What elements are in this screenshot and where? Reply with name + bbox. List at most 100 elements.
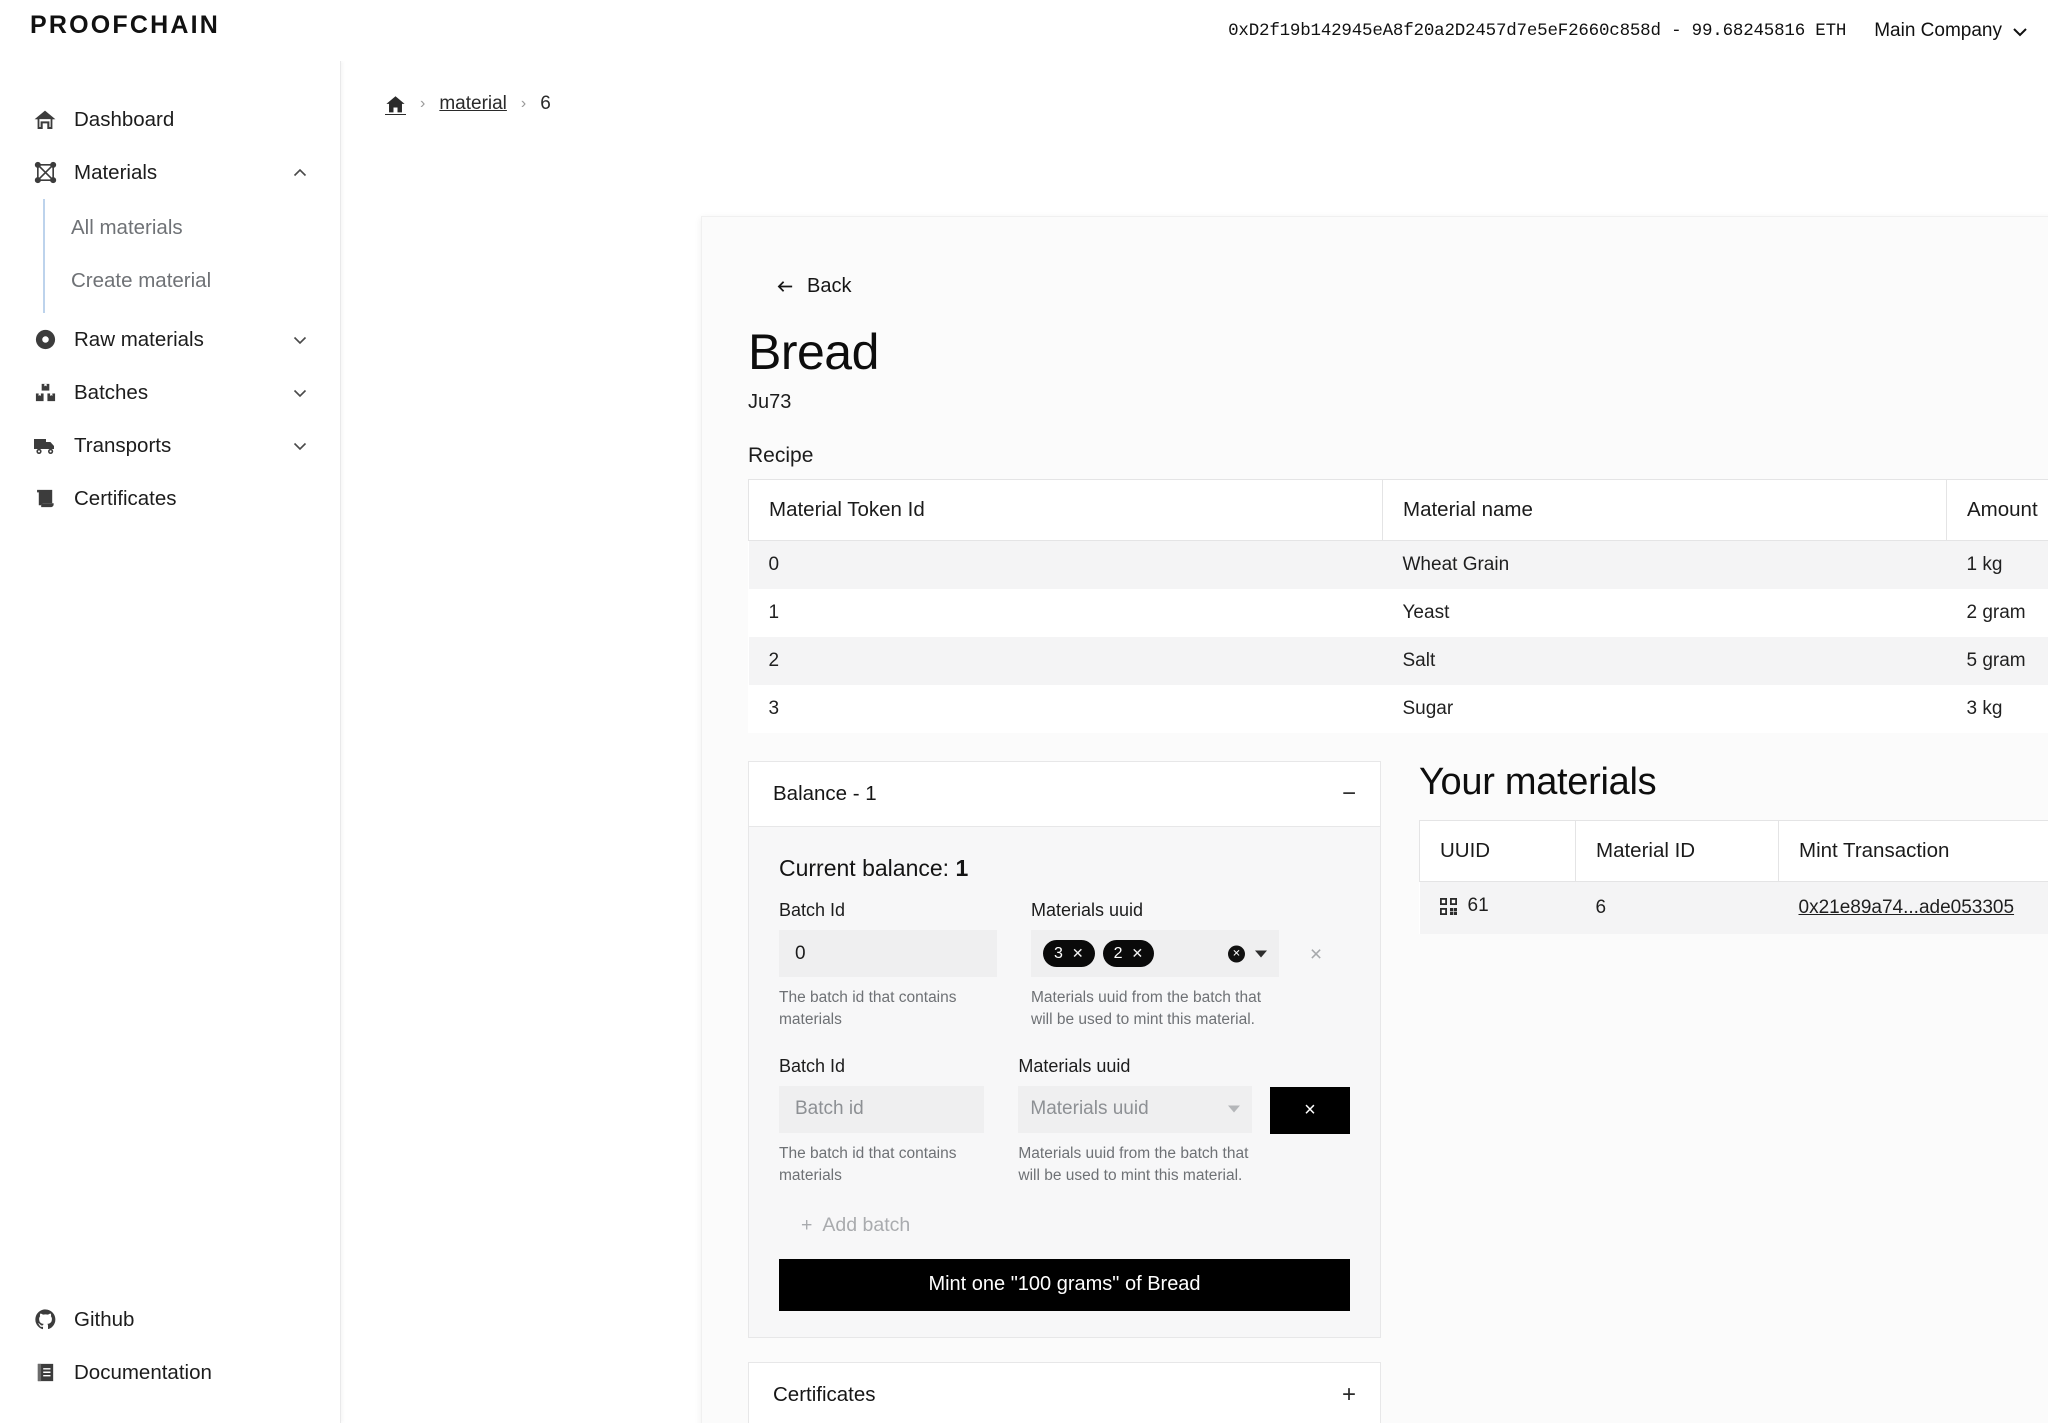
recipe-table: Material Token Id Material name Amount 0… <box>748 479 2048 733</box>
sidebar-item-raw-materials[interactable]: Raw materials <box>0 313 340 366</box>
breadcrumb-current: 6 <box>540 93 551 114</box>
materials-uuid-field-group: Materials uuid 3 ✕ 2 ✕ ✕ Materials uuid … <box>1031 900 1279 1032</box>
cell-uuid: 61 <box>1420 882 1576 934</box>
sidebar-submenu-materials: All materials Create material <box>43 199 340 313</box>
cell-material-name: Yeast <box>1402 602 1450 623</box>
breadcrumb: › material › 6 <box>341 61 2048 115</box>
clear-all-icon[interactable]: ✕ <box>1228 945 1245 962</box>
collapse-icon[interactable]: − <box>1342 782 1356 806</box>
mint-button[interactable]: Mint one "100 grams" of Bread <box>779 1258 1350 1311</box>
expand-icon[interactable]: + <box>1342 1382 1356 1407</box>
cell-amount: 3 kg <box>1966 698 2003 719</box>
sidebar-item-label: Certificates <box>74 486 177 510</box>
column-header-uuid: UUID <box>1419 820 1576 882</box>
materials-uuid-help: Materials uuid from the batch that will … <box>1031 989 1262 1029</box>
home-icon <box>32 107 58 133</box>
materials-uuid-label: Materials uuid <box>1018 1055 1131 1076</box>
book-icon <box>32 1360 58 1386</box>
plus-icon: + <box>801 1213 813 1236</box>
batches-icon <box>32 380 58 406</box>
github-icon <box>32 1307 58 1333</box>
batch-row: Batch Id Batch id The batch id that cont… <box>779 1056 1350 1188</box>
batch-id-help: The batch id that contains materials <box>779 989 957 1029</box>
sidebar-item-transports[interactable]: Transports <box>0 419 340 472</box>
materials-uuid-placeholder: Materials uuid <box>1030 1098 1149 1120</box>
cell-material-name: Salt <box>1402 650 1436 671</box>
multiselect-tools: ✕ <box>1228 945 1267 962</box>
materials-uuid-multiselect[interactable]: 3 ✕ 2 ✕ ✕ <box>1031 930 1279 977</box>
sidebar-item-label: Transports <box>74 433 172 457</box>
sidebar: Dashboard Materials All materials Create… <box>0 61 341 1423</box>
batch-id-field-group: Batch Id Batch id The batch id that cont… <box>779 1055 985 1188</box>
uuid-tag-label: 3 <box>1054 944 1063 962</box>
sidebar-item-github[interactable]: Github <box>0 1293 340 1346</box>
uuid-tag[interactable]: 3 ✕ <box>1043 940 1095 967</box>
batch-id-input[interactable]: 0 <box>779 930 997 977</box>
materials-uuid-select[interactable]: Materials uuid <box>1018 1085 1252 1133</box>
sidebar-item-materials[interactable]: Materials <box>0 146 340 199</box>
certificates-accordion-header[interactable]: Certificates + <box>749 1362 1380 1423</box>
company-label: Main Company <box>1874 19 2002 41</box>
balance-accordion-header[interactable]: Balance - 1 − <box>749 762 1380 827</box>
sidebar-item-create-material[interactable]: Create material <box>45 254 340 307</box>
breadcrumb-separator: › <box>420 95 426 112</box>
balance-accordion: Balance - 1 − Current balance: 1 Batch I… <box>748 761 1381 1338</box>
column-header-material-name: Material name <box>1382 479 1947 541</box>
remove-tag-icon[interactable]: ✕ <box>1132 945 1144 962</box>
batch-id-label: Batch Id <box>779 1055 846 1076</box>
app-logo: PROOFCHAIN <box>30 11 221 39</box>
breadcrumb-link-material[interactable]: material <box>439 93 507 115</box>
detail-card: Back Bread Ju73 Recipe Material Token Id… <box>701 216 2048 1423</box>
company-selector[interactable]: Main Company <box>1874 19 2027 42</box>
sidebar-item-certificates[interactable]: Certificates <box>0 472 340 525</box>
remove-batch-button[interactable]: × <box>1270 1086 1350 1134</box>
chevron-down-icon <box>292 438 308 454</box>
sidebar-bottom-links: Github Documentation <box>0 1293 340 1399</box>
cell-mint-transaction: 0x21e89a74...ade053305 <box>1779 882 2048 934</box>
cell-amount: 5 gram <box>1966 650 2026 671</box>
sidebar-item-label: Raw materials <box>74 327 204 351</box>
batch-id-label: Batch Id <box>779 900 846 920</box>
chevron-down-icon <box>292 385 308 401</box>
cell-amount: 1 kg <box>1966 554 2003 575</box>
materials-uuid-label: Materials uuid <box>1031 900 1144 920</box>
qr-code-icon[interactable] <box>1439 897 1457 915</box>
add-batch-button[interactable]: + Add batch <box>779 1214 910 1237</box>
topbar-right-group: 0xD2f19b142945eA8f20a2D2457d7e5eF2660c85… <box>1228 0 2027 61</box>
batch-id-help: The batch id that contains materials <box>779 1144 957 1185</box>
right-column: Your materials UUID Material ID Mint Tra… <box>1419 761 2048 1423</box>
table-row: 2 Salt 5 gram <box>748 637 2048 685</box>
sidebar-item-documentation[interactable]: Documentation <box>0 1346 340 1399</box>
content-columns: Balance - 1 − Current balance: 1 Batch I… <box>748 761 2048 1423</box>
chevron-down-icon[interactable] <box>1255 950 1267 957</box>
remove-tag-icon[interactable]: ✕ <box>1072 945 1084 962</box>
sidebar-subitem-label: Create material <box>71 268 212 292</box>
current-balance-value: 1 <box>955 855 969 881</box>
chevron-down-icon[interactable] <box>1228 1105 1240 1113</box>
arrow-left-icon <box>776 277 795 296</box>
balance-accordion-title: Balance - 1 <box>773 782 877 805</box>
main-content: › material › 6 Back Bread Ju73 Recipe Ma… <box>341 61 2048 1423</box>
uuid-cell-content: 61 <box>1439 895 1489 917</box>
batch-id-input[interactable]: Batch id <box>779 1085 985 1133</box>
sidebar-item-all-materials[interactable]: All materials <box>45 201 340 254</box>
accordion-gap <box>748 1338 1381 1362</box>
remove-batch-button[interactable]: × <box>1297 931 1335 978</box>
sidebar-item-label: Batches <box>74 380 149 404</box>
mint-transaction-link[interactable]: 0x21e89a74...ade053305 <box>1799 897 2015 918</box>
back-button[interactable]: Back <box>776 275 851 298</box>
raw-materials-icon <box>32 327 58 353</box>
chevron-down-icon <box>2012 24 2027 38</box>
home-icon[interactable] <box>385 94 406 115</box>
current-balance: Current balance: 1 <box>779 855 1350 882</box>
sidebar-item-dashboard[interactable]: Dashboard <box>0 93 340 146</box>
column-header-material-id: Material ID <box>1575 820 1779 882</box>
uuid-tag[interactable]: 2 ✕ <box>1102 940 1155 967</box>
materials-uuid-help: Materials uuid from the batch that will … <box>1018 1144 1249 1185</box>
sidebar-item-batches[interactable]: Batches <box>0 366 340 419</box>
materials-icon <box>32 160 58 186</box>
table-row: 1 Yeast 2 gram <box>748 589 2048 637</box>
current-balance-label: Current balance: <box>779 855 950 881</box>
batch-row-remove-slot: × <box>1270 1056 1350 1134</box>
add-batch-label: Add batch <box>822 1213 911 1236</box>
